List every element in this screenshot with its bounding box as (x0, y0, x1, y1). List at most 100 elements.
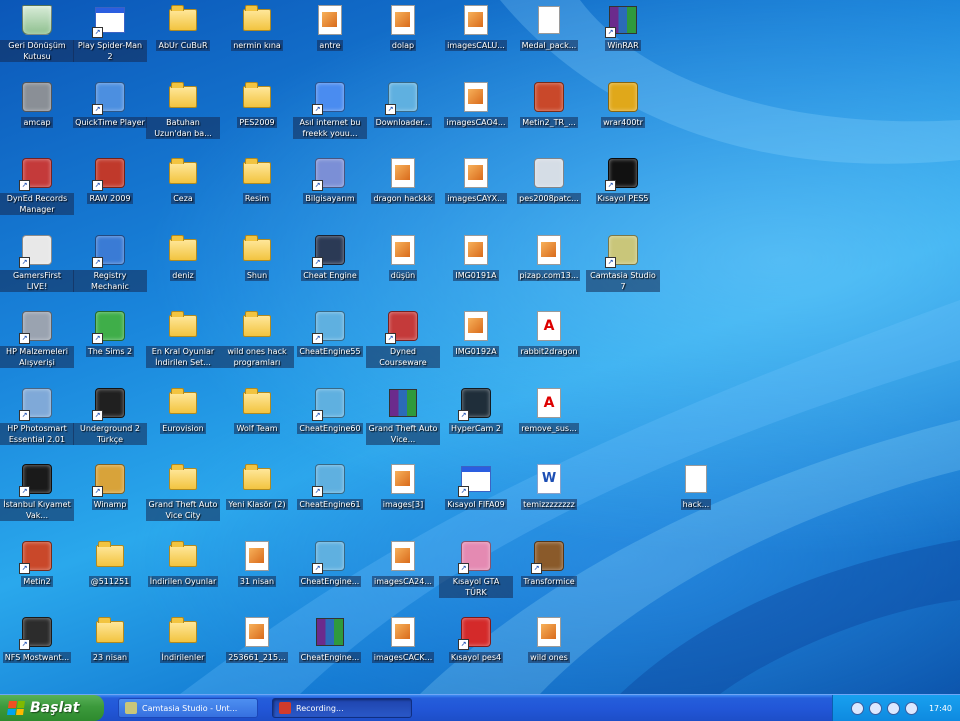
desktop-icon[interactable]: Grand Theft Auto Vice... (366, 385, 440, 457)
desktop-icon[interactable]: ↗ HP Malzemeleri Alışverişi (0, 308, 74, 380)
desktop-icon[interactable]: Ceza (146, 155, 220, 227)
desktop-icon[interactable]: 23 nisan (73, 614, 147, 686)
image-file-icon (387, 157, 419, 189)
desktop-icon[interactable]: ↗ Downloader... (366, 79, 440, 151)
desktop-icon[interactable]: CheatEngine... (293, 614, 367, 686)
desktop-icon[interactable]: Yeni Klasör (2) (220, 461, 294, 533)
desktop-icon[interactable]: imagesCAYX... (439, 155, 513, 227)
desktop-icon[interactable]: imagesCAO4... (439, 79, 513, 151)
desktop-icon[interactable]: ↗ WinRAR (586, 2, 660, 74)
desktop-icon[interactable]: ↗ CheatEngine... (293, 538, 367, 610)
desktop-icon[interactable]: rabbit2dragon (512, 308, 586, 380)
desktop-icon[interactable]: ↗ HyperCam 2 (439, 385, 513, 457)
desktop-icon[interactable]: wrar400tr (586, 79, 660, 151)
desktop-icon[interactable]: ↗ Underground 2 Türkçe (73, 385, 147, 457)
desktop-icon[interactable]: ↗ Asıl internet bu freekk youu... (293, 79, 367, 151)
desktop-icon[interactable]: 31 nisan (220, 538, 294, 610)
desktop-icon[interactable]: Medal_pack... (512, 2, 586, 74)
desktop-icon[interactable]: imagesCALU... (439, 2, 513, 74)
desktop-icon[interactable]: Wolf Team (220, 385, 294, 457)
desktop-icon[interactable]: ↗ NFS Mostwant... (0, 614, 74, 686)
desktop-icon[interactable]: antre (293, 2, 367, 74)
desktop-icon[interactable]: 253661_215... (220, 614, 294, 686)
shortcut-arrow-icon: ↗ (605, 180, 616, 191)
desktop-icon[interactable]: En Kral Oyunlar İndirilen Set... (146, 308, 220, 380)
desktop-icon[interactable]: wild ones (512, 614, 586, 686)
desktop-icon[interactable]: IMG0191A (439, 232, 513, 304)
desktop-icon[interactable]: Grand Theft Auto Vice City (146, 461, 220, 533)
desktop-icon-label: düşün (388, 270, 418, 281)
start-button[interactable]: Başlat (0, 695, 104, 721)
desktop-icon[interactable]: imagesCACK... (366, 614, 440, 686)
shortcut-arrow-icon: ↗ (19, 639, 30, 650)
desktop-icon[interactable]: pes2008patc... (512, 155, 586, 227)
security-icon[interactable] (868, 701, 882, 715)
desktop-icon[interactable]: remove_sus... (512, 385, 586, 457)
desktop-icon[interactable]: İndirilenler (146, 614, 220, 686)
desktop-icon[interactable]: Batuhan Uzun'dan ba... (146, 79, 220, 151)
desktop-icon[interactable]: ↗ DynEd Records Manager (0, 155, 74, 227)
desktop-icon[interactable]: dragon hackkk (366, 155, 440, 227)
desktop-icon[interactable]: hack... (659, 461, 733, 533)
winrar-archive-icon (314, 616, 346, 648)
desktop-icon[interactable]: Metin2_TR_... (512, 79, 586, 151)
desktop-icon[interactable]: Geri Dönüşüm Kutusu (0, 2, 74, 74)
desktop-icon[interactable]: ↗ The Sims 2 (73, 308, 147, 380)
desktop-icon[interactable]: ↗ Camtasia Studio 7 (586, 232, 660, 304)
desktop-icon[interactable]: düşün (366, 232, 440, 304)
desktop-icon[interactable]: images[3] (366, 461, 440, 533)
desktop-icon[interactable]: İndirilen Oyunlar (146, 538, 220, 610)
updates-icon[interactable] (904, 701, 918, 715)
desktop-icon[interactable]: ↗ Transformice (512, 538, 586, 610)
desktop-icon[interactable]: ↗ Kısayol pes4 (439, 614, 513, 686)
desktop-icon[interactable]: ↗ CheatEngine60 (293, 385, 367, 457)
desktop-icon[interactable]: deniz (146, 232, 220, 304)
desktop-icon[interactable]: pizap.com13... (512, 232, 586, 304)
desktop-icon[interactable]: ↗ HP Photosmart Essential 2.01 (0, 385, 74, 457)
desktop-icon-label: hack... (680, 499, 712, 510)
desktop-icon[interactable]: ↗ Winamp (73, 461, 147, 533)
taskbar-button-camtasia[interactable]: Camtasia Studio - Unt... (118, 698, 258, 718)
desktop-icon[interactable]: ↗ Dyned Courseware (366, 308, 440, 380)
desktop[interactable]: Geri Dönüşüm Kutusu amcap ↗ DynEd Records M… (0, 0, 960, 694)
desktop-icon[interactable]: ↗ Registry Mechanic (73, 232, 147, 304)
clock: 17:40 (928, 703, 952, 713)
desktop-icon[interactable]: ↗ Bilgisayarım (293, 155, 367, 227)
shortcut-arrow-icon: ↗ (312, 333, 323, 344)
desktop-icon[interactable]: temizzzzzzzz (512, 461, 586, 533)
desktop-icon[interactable]: wild ones hack programları (220, 308, 294, 380)
desktop-icon[interactable]: dolap (366, 2, 440, 74)
desktop-icon[interactable]: ↗ Metin2 (0, 538, 74, 610)
desktop-icon[interactable]: AbUr CuBuR (146, 2, 220, 74)
desktop-icon[interactable]: ↗ Play Spider-Man 2 (73, 2, 147, 74)
taskbar-button-recording[interactable]: Recording... (272, 698, 412, 718)
app-icon: ↗ (312, 463, 346, 497)
desktop-icon[interactable]: ↗ GamersFirst LIVE! (0, 232, 74, 304)
app-icon: ↗ (92, 463, 126, 497)
network-icon[interactable] (850, 701, 864, 715)
desktop-icon[interactable]: nermin kına (220, 2, 294, 74)
image-file-icon (460, 4, 492, 36)
image-file-icon (241, 616, 273, 648)
desktop-icon[interactable]: ↗ İstanbul Kıyamet Vak... (0, 461, 74, 533)
desktop-icon[interactable]: ↗ Kısayol GTA TÜRK (439, 538, 513, 610)
desktop-icon[interactable]: amcap (0, 79, 74, 151)
volume-icon[interactable] (886, 701, 900, 715)
desktop-icon[interactable]: Shun (220, 232, 294, 304)
desktop-icon[interactable]: @511251 (73, 538, 147, 610)
desktop-icon[interactable]: ↗ QuickTime Player (73, 79, 147, 151)
desktop-icon[interactable]: ↗ CheatEngine55 (293, 308, 367, 380)
desktop-icon[interactable]: IMG0192A (439, 308, 513, 380)
desktop-icon[interactable]: Eurovision (146, 385, 220, 457)
desktop-icon-label: HyperCam 2 (449, 423, 503, 434)
desktop-icon[interactable]: ↗ Cheat Engine (293, 232, 367, 304)
desktop-icon[interactable]: PES2009 (220, 79, 294, 151)
desktop-icon[interactable]: ↗ Kısayol FIFA09 (439, 461, 513, 533)
shortcut-arrow-icon: ↗ (312, 104, 323, 115)
desktop-icon[interactable]: ↗ Kısayol PES5 (586, 155, 660, 227)
desktop-icon[interactable]: ↗ RAW 2009 (73, 155, 147, 227)
desktop-icon[interactable]: Resim (220, 155, 294, 227)
desktop-icon[interactable]: imagesCA24... (366, 538, 440, 610)
desktop-icon[interactable]: ↗ CheatEngine61 (293, 461, 367, 533)
app-icon: ↗ (19, 234, 53, 268)
